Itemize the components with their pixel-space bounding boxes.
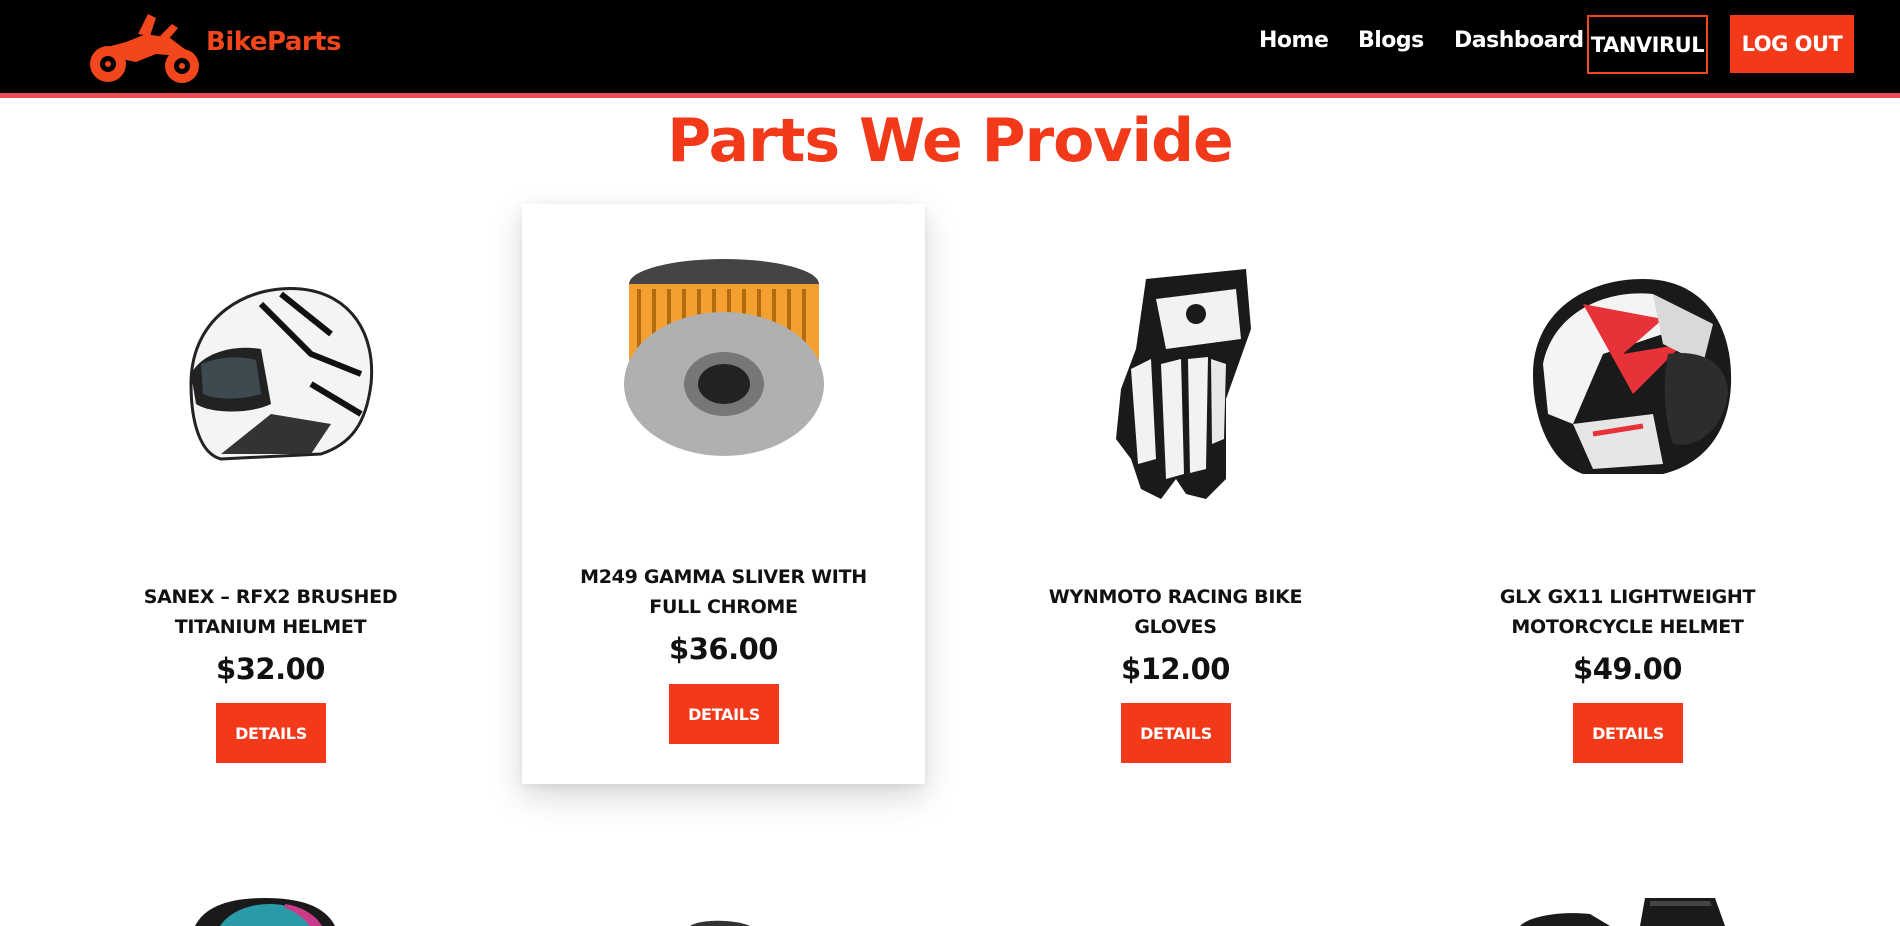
details-button[interactable]: DETAILS bbox=[1573, 703, 1683, 763]
details-button[interactable]: DETAILS bbox=[1121, 703, 1231, 763]
product-card: GLX GX11 LIGHTWEIGHT MOTORCYCLE HELMET $… bbox=[1426, 204, 1829, 784]
product-name: M249 GAMMA SLIVER WITH FULL CHROME bbox=[580, 566, 867, 618]
product-image-peek bbox=[195, 898, 335, 926]
product-image bbox=[522, 244, 925, 504]
nav-blogs-link[interactable]: Blogs bbox=[1358, 28, 1424, 53]
product-name: WYNMOTO RACING BIKE GLOVES bbox=[1048, 586, 1303, 638]
motorcycle-logo-icon bbox=[90, 14, 199, 83]
navbar: BikeParts Home Blogs Dashboard TANVIRUL … bbox=[0, 0, 1900, 98]
brand-name: BikeParts bbox=[206, 27, 342, 57]
white-helmet-image bbox=[188, 286, 373, 461]
product-price: $12.00 bbox=[1121, 652, 1230, 686]
user-name-button[interactable]: TANVIRUL bbox=[1587, 15, 1708, 74]
product-price: $49.00 bbox=[1573, 652, 1682, 686]
product-card: WYNMOTO RACING BIKE GLOVES $12.00 DETAIL… bbox=[974, 204, 1377, 784]
red-helmet-image bbox=[1532, 279, 1731, 474]
nav-dashboard-link[interactable]: Dashboard bbox=[1454, 28, 1584, 53]
section-title: Parts We Provide bbox=[667, 106, 1233, 176]
product-image-peek bbox=[690, 920, 750, 926]
nav-home-link[interactable]: Home bbox=[1259, 28, 1329, 53]
racing-gloves-image bbox=[1115, 269, 1251, 499]
product-image bbox=[1426, 264, 1829, 524]
details-button[interactable]: DETAILS bbox=[216, 703, 326, 763]
product-price: $36.00 bbox=[669, 632, 778, 666]
product-image bbox=[69, 264, 472, 524]
logout-button[interactable]: LOG OUT bbox=[1730, 15, 1854, 73]
product-card: SANEX – RFX2 BRUSHED TITANIUM HELMET $32… bbox=[69, 204, 472, 784]
product-image bbox=[974, 259, 1377, 519]
product-name: SANEX – RFX2 BRUSHED TITANIUM HELMET bbox=[143, 586, 398, 638]
product-price: $32.00 bbox=[216, 652, 325, 686]
product-name: GLX GX11 LIGHTWEIGHT MOTORCYCLE HELMET bbox=[1499, 586, 1756, 638]
details-button[interactable]: DETAILS bbox=[669, 684, 779, 744]
product-card-featured: M249 GAMMA SLIVER WITH FULL CHROME $36.0… bbox=[522, 204, 925, 784]
brand[interactable]: BikeParts bbox=[86, 6, 342, 86]
oil-filter-image bbox=[623, 259, 824, 456]
product-image-peek bbox=[1520, 898, 1725, 926]
